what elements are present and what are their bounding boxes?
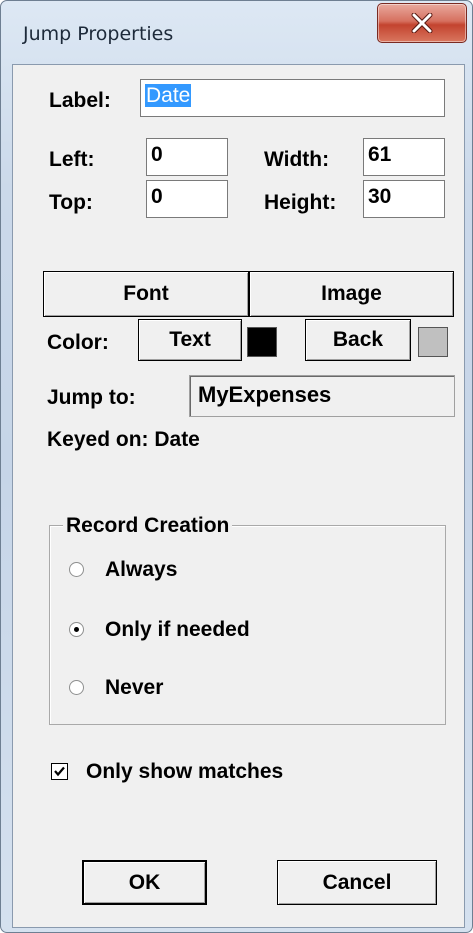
dialog-window: Jump Properties Label: Date Left: 0 Widt… [0,0,473,933]
left-caption: Left: [49,148,95,171]
height-input[interactable]: 30 [363,180,445,218]
width-caption: Width: [264,148,330,171]
height-caption: Height: [264,191,337,214]
back-color-swatch [418,327,448,357]
label-input[interactable]: Date [140,79,445,117]
close-button[interactable] [377,3,467,43]
image-button[interactable]: Image [249,271,454,317]
radio-only-if-needed-label: Only if needed [105,618,250,641]
radio-selected-dot [74,627,79,632]
label-input-value: Date [145,84,192,107]
back-color-button[interactable]: Back [305,319,411,361]
radio-only-if-needed[interactable] [69,622,84,637]
radio-always-label: Always [105,558,178,581]
width-input[interactable]: 61 [363,138,445,176]
keyed-on-text: Keyed on: Date [47,428,200,451]
checkmark-icon [54,766,65,777]
font-button[interactable]: Font [43,271,249,317]
window-title: Jump Properties [23,23,174,45]
jump-to-caption: Jump to: [47,386,136,409]
cancel-button[interactable]: Cancel [277,860,437,905]
text-color-button[interactable]: Text [138,319,242,361]
color-caption: Color: [47,331,109,354]
dialog-client: Label: Date Left: 0 Width: 61 Top: 0 Hei… [12,64,465,928]
radio-always[interactable] [69,562,84,577]
jump-to-field: MyExpenses [189,375,455,417]
radio-never[interactable] [69,680,84,695]
label-caption: Label: [49,89,111,112]
record-creation-title: Record Creation [63,515,233,536]
left-input[interactable]: 0 [146,138,228,176]
close-icon [411,13,433,33]
only-show-matches-checkbox[interactable] [51,763,68,780]
top-input[interactable]: 0 [146,180,228,218]
radio-never-label: Never [105,676,164,699]
text-color-swatch [247,327,277,357]
ok-button[interactable]: OK [82,860,207,905]
top-caption: Top: [49,191,93,214]
only-show-matches-label: Only show matches [86,760,284,783]
